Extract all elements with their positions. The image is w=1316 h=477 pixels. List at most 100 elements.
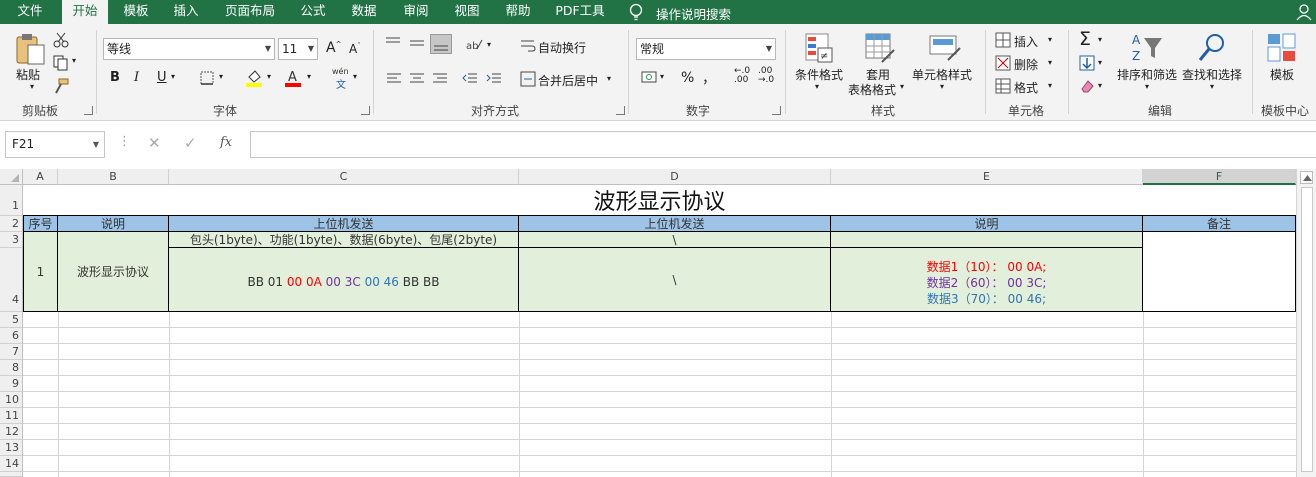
- name-box[interactable]: F21 ▼: [5, 131, 105, 158]
- scroll-up-button[interactable]: [1300, 171, 1313, 184]
- formula-input[interactable]: [250, 131, 1316, 158]
- cell-data-explain[interactable]: 数据1（10）： 00 0A; 数据2（60）： 00 3C; 数据3（70）：…: [831, 248, 1143, 312]
- name-box-dropdown-icon[interactable]: ▼: [93, 132, 99, 157]
- autosum-icon[interactable]: Σ: [1079, 28, 1091, 50]
- column-header-e[interactable]: E: [831, 169, 1143, 185]
- tab-insert[interactable]: 插入: [164, 0, 208, 24]
- align-middle-icon[interactable]: [409, 36, 425, 50]
- underline-dropdown-icon[interactable]: ▾: [171, 72, 175, 81]
- align-top-icon[interactable]: [385, 36, 401, 50]
- fill-color-dropdown-icon[interactable]: ▾: [267, 72, 271, 81]
- wrap-text-button[interactable]: 自动换行: [538, 39, 586, 56]
- header-cell-explain[interactable]: 说明: [831, 216, 1143, 232]
- row-header-9[interactable]: 9: [0, 376, 23, 392]
- tab-help[interactable]: 帮助: [496, 0, 540, 24]
- decrease-font-icon[interactable]: Aˇ: [349, 42, 361, 56]
- row-header-13[interactable]: 13: [0, 440, 23, 456]
- increase-font-icon[interactable]: A^: [326, 40, 341, 56]
- header-cell-seq[interactable]: 序号: [23, 216, 58, 232]
- cell-styles-icon[interactable]: [928, 32, 962, 64]
- find-select-icon[interactable]: [1198, 32, 1228, 64]
- number-format-select[interactable]: 常规 ▼: [636, 38, 776, 60]
- tab-home[interactable]: 开始: [62, 0, 108, 26]
- clear-icon[interactable]: [1079, 78, 1095, 94]
- comma-style-button[interactable]: ，: [702, 68, 716, 88]
- fill-dropdown-icon[interactable]: ▾: [1098, 58, 1102, 67]
- row-header-11[interactable]: 11: [0, 408, 23, 424]
- insert-cells-button[interactable]: 插入: [1014, 33, 1038, 50]
- bold-button[interactable]: B: [110, 70, 120, 85]
- fill-icon[interactable]: [1079, 55, 1095, 71]
- header-cell-desc[interactable]: 说明: [58, 216, 169, 232]
- tab-pdf-tools[interactable]: PDF工具: [548, 0, 612, 24]
- insert-dropdown-icon[interactable]: ▾: [1048, 35, 1052, 44]
- column-header-a[interactable]: A: [23, 169, 58, 185]
- row-header-4[interactable]: 4: [0, 248, 23, 312]
- header-cell-remark[interactable]: 备注: [1143, 216, 1296, 232]
- vertical-scrollbar[interactable]: [1296, 169, 1316, 477]
- accounting-dropdown-icon[interactable]: ▾: [660, 72, 664, 81]
- delete-cells-button[interactable]: 删除: [1014, 56, 1038, 73]
- cell-styles-button[interactable]: 单元格样式: [912, 66, 972, 83]
- template-icon[interactable]: [1266, 32, 1298, 64]
- column-header-d[interactable]: D: [519, 169, 831, 185]
- row-header-1[interactable]: 1: [0, 185, 23, 216]
- autosum-dropdown-icon[interactable]: ▾: [1098, 35, 1102, 44]
- scroll-thumb[interactable]: [1301, 187, 1313, 472]
- sort-filter-button[interactable]: 排序和筛选: [1117, 66, 1177, 83]
- cell-e3[interactable]: [831, 232, 1143, 248]
- row-header-3[interactable]: 3: [0, 232, 23, 248]
- increase-indent-icon[interactable]: [486, 72, 502, 86]
- merge-center-button[interactable]: 合并后居中: [538, 72, 598, 89]
- row-header-10[interactable]: 10: [0, 392, 23, 408]
- format-painter-icon[interactable]: [53, 78, 69, 94]
- header-cell-host-send-d[interactable]: 上位机发送: [519, 216, 831, 232]
- cell-seq-1[interactable]: 1: [23, 232, 58, 312]
- delete-dropdown-icon[interactable]: ▾: [1048, 58, 1052, 67]
- percent-style-button[interactable]: %: [681, 70, 694, 86]
- table-dropdown-icon[interactable]: ▾: [900, 82, 904, 91]
- conditional-formatting-button[interactable]: 条件格式: [795, 66, 843, 83]
- accounting-format-icon[interactable]: [641, 70, 659, 86]
- cond-dropdown-icon[interactable]: ▾: [815, 82, 819, 91]
- decrease-decimal-icon[interactable]: .00 →.0: [758, 67, 774, 85]
- font-color-dropdown-icon[interactable]: ▾: [307, 72, 311, 81]
- template-button[interactable]: 模板: [1270, 66, 1294, 83]
- cell-d4[interactable]: \: [519, 248, 831, 312]
- cut-icon[interactable]: [53, 32, 69, 48]
- cell-packet-structure[interactable]: 包头(1byte)、功能(1byte)、数据(6byte)、包尾(2byte): [169, 232, 519, 248]
- cell-desc-1[interactable]: 波形显示协议: [58, 232, 169, 312]
- sort-filter-icon[interactable]: A Z: [1130, 32, 1164, 64]
- underline-button[interactable]: U: [157, 70, 167, 85]
- border-dropdown-icon[interactable]: ▾: [219, 72, 223, 81]
- sheet-title-cell[interactable]: 波形显示协议: [23, 185, 1296, 216]
- find-select-button[interactable]: 查找和选择: [1182, 66, 1242, 83]
- tab-template[interactable]: 模板: [114, 0, 158, 24]
- merge-dropdown-icon[interactable]: ▾: [607, 74, 611, 83]
- column-header-b[interactable]: B: [58, 169, 169, 185]
- paste-dropdown-icon[interactable]: ▾: [30, 82, 34, 91]
- font-launcher-icon[interactable]: [361, 106, 370, 115]
- clear-dropdown-icon[interactable]: ▾: [1098, 81, 1102, 90]
- align-bottom-button[interactable]: [430, 34, 452, 54]
- tab-data[interactable]: 数据: [342, 0, 386, 24]
- row-header-15[interactable]: [0, 472, 23, 477]
- tab-view[interactable]: 视图: [446, 0, 488, 24]
- copy-dropdown-icon[interactable]: ▾: [72, 56, 76, 65]
- increase-decimal-icon[interactable]: ←.0.00: [734, 67, 750, 85]
- confirm-entry-icon[interactable]: ✓: [184, 134, 197, 152]
- row-header-14[interactable]: 14: [0, 456, 23, 472]
- header-cell-host-send-c[interactable]: 上位机发送: [169, 216, 519, 232]
- font-name-select[interactable]: 等线 ▼: [103, 38, 275, 60]
- font-size-select[interactable]: 11 ▼: [278, 38, 318, 60]
- cell-remark-1[interactable]: [1143, 232, 1296, 312]
- conditional-formatting-icon[interactable]: ≠: [804, 32, 834, 64]
- tab-review[interactable]: 审阅: [394, 0, 438, 24]
- clipboard-launcher-icon[interactable]: [84, 106, 93, 115]
- column-header-c[interactable]: C: [169, 169, 519, 185]
- row-header-12[interactable]: 12: [0, 424, 23, 440]
- number-launcher-icon[interactable]: [772, 106, 781, 115]
- copy-icon[interactable]: [53, 55, 69, 71]
- row-header-5[interactable]: 5: [0, 312, 23, 328]
- align-left-icon[interactable]: [386, 72, 402, 86]
